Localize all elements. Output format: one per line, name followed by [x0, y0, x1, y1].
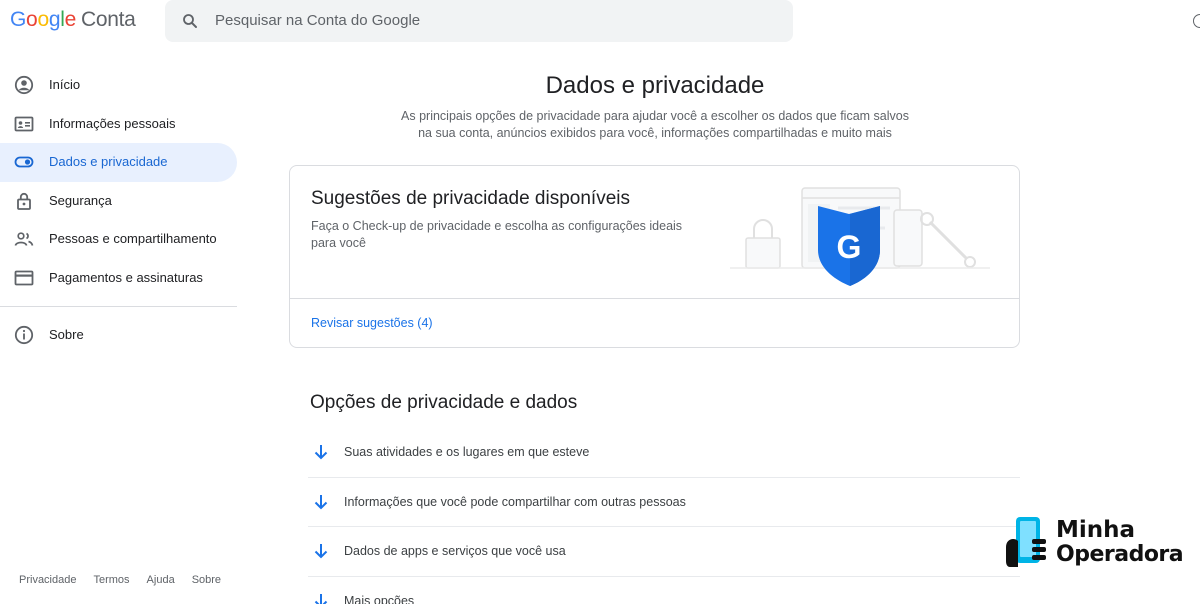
search-input[interactable]: Pesquisar na Conta do Google — [215, 12, 420, 29]
privacy-checkup-illustration: G — [730, 187, 990, 286]
top-bar: Google Conta Pesquisar na Conta do Google — [0, 0, 1200, 44]
toggle-icon — [14, 156, 34, 168]
footer-links: Privacidade Termos Ajuda Sobre — [19, 574, 238, 586]
list-item[interactable]: Suas atividades e os lugares em que este… — [308, 428, 1020, 478]
info-icon — [14, 325, 34, 345]
footer-link-sobre[interactable]: Sobre — [192, 574, 221, 586]
logo-google-text: Google — [10, 8, 76, 31]
minha-operadora-watermark: Minha Operadora — [1004, 517, 1200, 569]
sidebar-item-inicio[interactable]: Início — [0, 66, 237, 105]
arrow-down-icon — [314, 544, 328, 559]
page-subtitle-line: na sua conta, anúncios exibidos para voc… — [418, 126, 892, 140]
sidebar-item-label: Informações pessoais — [49, 115, 176, 131]
list-item[interactable]: Dados de apps e serviços que você usa — [308, 527, 1020, 577]
sidebar-item-sobre[interactable]: Sobre — [0, 316, 237, 355]
privacy-suggestions-card: Sugestões de privacidade disponíveis Faç… — [289, 165, 1020, 348]
watermark-line2: Operadora — [1056, 542, 1184, 567]
account-circle-icon — [14, 75, 34, 95]
footer-link-privacidade[interactable]: Privacidade — [19, 574, 76, 586]
sidebar-item-pessoas-e-compartilhamento[interactable]: Pessoas e compartilhamento — [0, 220, 237, 259]
list-item[interactable]: Mais opções — [308, 577, 1020, 604]
card-description: Faça o Check-up de privacidade e escolha… — [311, 219, 683, 250]
card-title: Sugestões de privacidade disponíveis — [311, 188, 630, 209]
list-item-label: Dados de apps e serviços que você usa — [344, 544, 566, 558]
sidebar-item-pagamentos-e-assinaturas[interactable]: Pagamentos e assinaturas — [0, 259, 237, 298]
arrow-down-icon — [314, 593, 328, 604]
logo-letter: o — [37, 8, 49, 31]
watermark-line1: Minha — [1056, 517, 1136, 543]
sidebar-nav: Início Informações pessoais Dados e priv… — [0, 66, 240, 355]
logo-letter: G — [10, 8, 27, 31]
sidebar-item-label: Sobre — [49, 327, 84, 342]
arrow-down-icon — [314, 445, 328, 460]
list-item-label: Suas atividades e os lugares em que este… — [344, 445, 590, 459]
page-subtitle: As principais opções de privacidade para… — [290, 108, 1020, 142]
sidebar-item-label: Pessoas e compartilhamento — [49, 231, 217, 246]
id-card-icon — [14, 116, 34, 131]
review-suggestions-link[interactable]: Revisar sugestões (4) — [311, 316, 433, 330]
search-bar[interactable]: Pesquisar na Conta do Google — [165, 0, 793, 42]
search-icon[interactable] — [181, 12, 199, 30]
sidebar-item-informacoes-pessoais[interactable]: Informações pessoais — [0, 105, 237, 144]
sidebar-item-label: Segurança — [49, 192, 112, 208]
list-item-label: Informações que você pode compartilhar c… — [344, 494, 686, 509]
sidebar-item-label: Dados e privacidade — [49, 154, 168, 169]
list-item[interactable]: Informações que você pode compartilhar c… — [308, 478, 1020, 527]
account-avatar-icon[interactable] — [1193, 14, 1200, 28]
lock-icon — [17, 192, 31, 210]
watermark-logo-icon — [1006, 517, 1046, 567]
options-section-title: Opções de privacidade e dados — [310, 392, 578, 413]
credit-card-icon — [14, 270, 34, 285]
people-icon — [14, 232, 34, 246]
logo-letter: g — [48, 8, 61, 31]
footer-link-ajuda[interactable]: Ajuda — [147, 574, 175, 586]
privacy-options-list: Suas atividades e os lugares em que este… — [308, 428, 1020, 604]
card-divider — [290, 298, 1019, 299]
logo-letter: e — [64, 8, 77, 31]
page-subtitle-line: As principais opções de privacidade para… — [401, 109, 909, 123]
sidebar-item-seguranca[interactable]: Segurança — [0, 182, 237, 221]
list-item-label: Mais opções — [344, 593, 415, 604]
sidebar-item-dados-e-privacidade[interactable]: Dados e privacidade — [0, 143, 237, 182]
arrow-down-icon — [314, 494, 328, 509]
logo-product-text: Conta — [80, 8, 136, 31]
sidebar-item-label: Início — [49, 77, 81, 92]
sidebar-item-label: Pagamentos e assinaturas — [49, 269, 203, 285]
footer-link-termos[interactable]: Termos — [93, 574, 129, 586]
shield-letter: G — [837, 229, 862, 265]
logo-letter: o — [26, 8, 38, 31]
sidebar-divider — [0, 306, 237, 307]
google-account-logo[interactable]: Google Conta — [10, 8, 136, 32]
page-title: Dados e privacidade — [545, 72, 765, 99]
